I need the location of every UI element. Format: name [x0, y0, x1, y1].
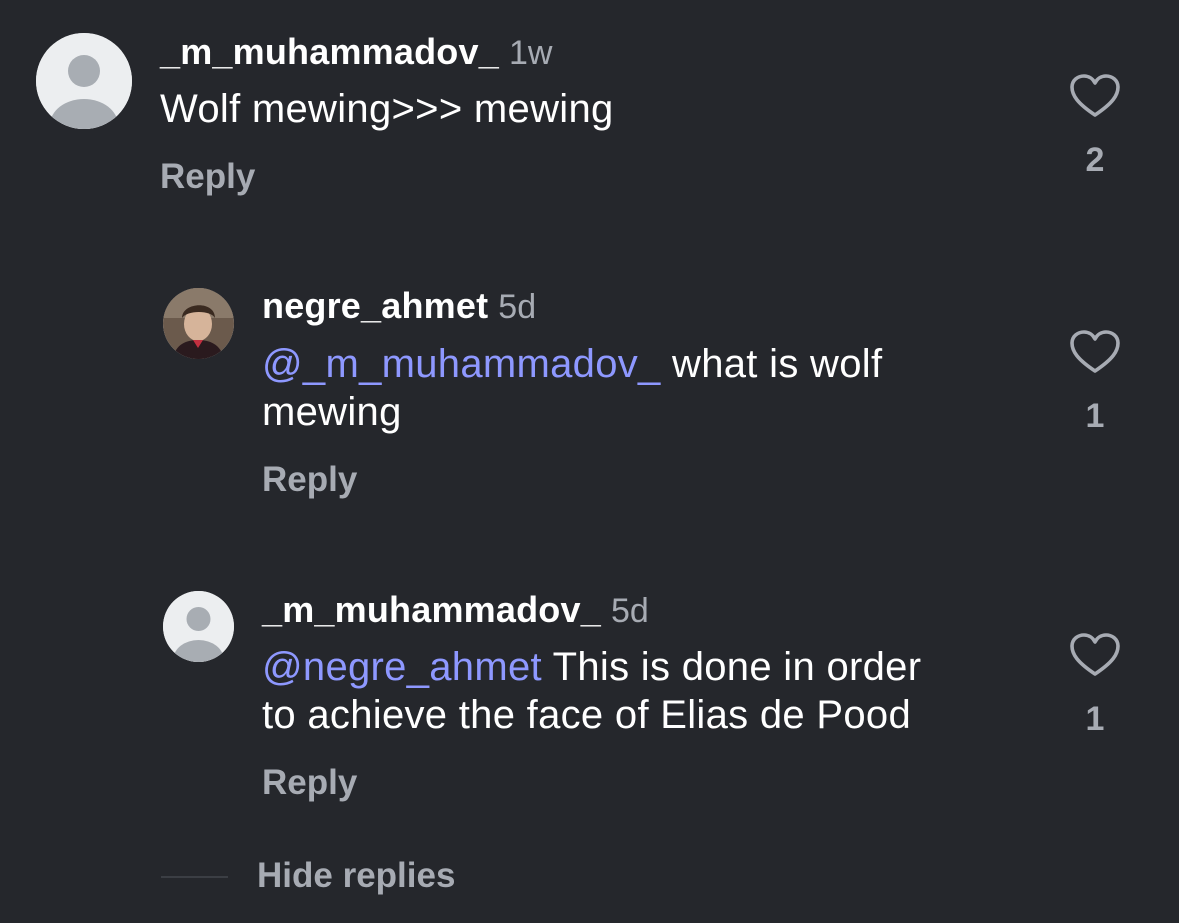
heart-icon[interactable] — [1069, 329, 1121, 375]
default-avatar-icon — [36, 33, 132, 129]
timestamp: 5d — [498, 288, 537, 326]
comment-body: Wolf mewing>>> mewing — [160, 87, 614, 131]
comments-panel: _m_muhammadov_ 1w Wolf mewing>>> mewing R… — [0, 0, 1179, 923]
mention-link[interactable]: @_m_muhammadov_ — [262, 342, 661, 386]
reply-button[interactable]: Reply — [262, 763, 357, 803]
timestamp: 5d — [610, 592, 649, 630]
like-control: 2 — [1066, 73, 1124, 180]
avatar[interactable] — [163, 591, 234, 662]
mention-link[interactable]: @negre_ahmet — [262, 645, 542, 689]
comment-text: Wolf mewing>>> mewing — [160, 85, 1040, 133]
comment-header: negre_ahmet 5d — [262, 285, 536, 327]
username[interactable]: _m_muhammadov_ — [160, 31, 499, 72]
comment-header: _m_muhammadov_ 1w — [160, 31, 552, 73]
like-count: 1 — [1085, 700, 1105, 738]
username[interactable]: _m_muhammadov_ — [262, 589, 601, 630]
reply-button[interactable]: Reply — [262, 460, 357, 500]
comment-text: @negre_ahmet This is done in order to ach… — [262, 643, 1042, 739]
like-count: 2 — [1085, 141, 1105, 179]
timestamp: 1w — [508, 34, 553, 72]
profile-photo — [163, 288, 234, 359]
avatar[interactable] — [36, 33, 132, 129]
default-avatar-icon — [163, 591, 234, 662]
comment-text: @_m_muhammadov_ what is wolf mewing — [262, 340, 1022, 436]
comment-body: This is done in order — [541, 645, 922, 689]
like-control: 1 — [1066, 329, 1124, 436]
comment-header: _m_muhammadov_ 5d — [262, 589, 649, 631]
username[interactable]: negre_ahmet — [262, 285, 488, 326]
comment-body-continued: to achieve the face of Elias de Pood — [262, 693, 912, 737]
heart-icon[interactable] — [1069, 632, 1121, 678]
like-count: 1 — [1085, 397, 1105, 435]
like-control: 1 — [1066, 632, 1124, 739]
reply-button[interactable]: Reply — [160, 157, 255, 197]
comment-body: what is wolf — [660, 342, 883, 386]
heart-icon[interactable] — [1069, 73, 1121, 119]
hide-replies-button[interactable]: Hide replies — [257, 856, 455, 896]
comment-body-continued: mewing — [262, 390, 402, 434]
divider — [161, 876, 228, 878]
avatar[interactable] — [163, 288, 234, 359]
